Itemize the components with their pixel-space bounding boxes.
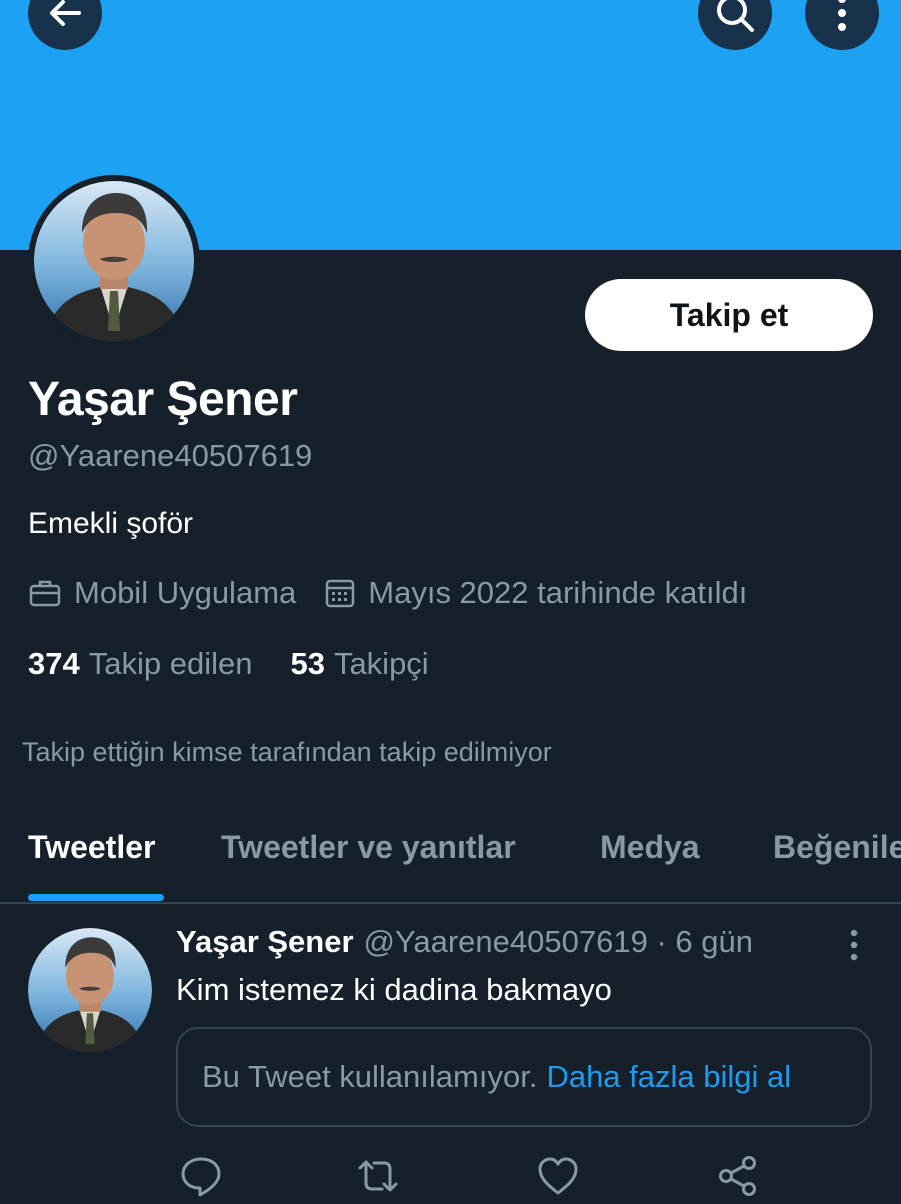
- unavailable-tweet-card: Bu Tweet kullanılamıyor. Daha fazla bilgi…: [176, 1027, 872, 1127]
- follow-button[interactable]: Takip et: [585, 279, 873, 351]
- followers-label: Takipçi: [333, 646, 429, 681]
- tab-media[interactable]: Medya: [600, 829, 700, 866]
- profile-meta: Mobil Uygulama Mayıs 2022 tarihinde katı…: [28, 575, 747, 611]
- share-icon: [719, 1156, 756, 1196]
- following-link[interactable]: 374 Takip edilen: [28, 646, 252, 682]
- tweet-avatar[interactable]: [28, 928, 152, 1052]
- profile-bio: Emekli şoför: [28, 507, 194, 540]
- following-count: 374: [28, 646, 80, 681]
- tweet-time[interactable]: 6 gün: [675, 924, 753, 959]
- meta-app-label: Mobil Uygulama: [74, 575, 297, 610]
- tweet-text: Kim istemez ki dadina bakmayo: [176, 972, 612, 1007]
- tweet-author-name[interactable]: Yaşar Şener: [176, 924, 354, 959]
- like-button[interactable]: [535, 1153, 581, 1199]
- followers-link[interactable]: 53 Takipçi: [290, 646, 428, 682]
- tweet-author-handle[interactable]: @Yaarene40507619: [364, 924, 648, 959]
- tweet-more-button[interactable]: [838, 926, 870, 966]
- profile-handle: @Yaarene40507619: [28, 438, 313, 473]
- learn-more-link[interactable]: Daha fazla bilgi al: [546, 1059, 791, 1095]
- profile-name: Yaşar Şener: [28, 373, 298, 426]
- like-icon: [538, 1157, 578, 1195]
- profile-avatar[interactable]: [28, 175, 200, 347]
- follow-counts: 374 Takip edilen 53 Takipçi: [28, 646, 429, 682]
- search-icon: [717, 0, 754, 32]
- followed-by-notice: Takip ettiğin kimse tarafından takip edi…: [22, 737, 552, 767]
- following-label: Takip edilen: [88, 646, 253, 681]
- active-tab-indicator: [28, 894, 164, 901]
- more-vertical-icon: [850, 929, 858, 961]
- calendar-icon: [324, 577, 356, 609]
- tab-tweets[interactable]: Tweetler: [28, 829, 155, 866]
- retweet-icon: [358, 1160, 398, 1192]
- avatar-photo: [34, 181, 194, 341]
- tab-tweets-and-replies[interactable]: Tweetler ve yanıtlar: [221, 829, 516, 866]
- tweet-header: Yaşar Şener @Yaarene40507619 · 6 gün: [176, 924, 753, 960]
- arrow-left-icon: [50, 0, 81, 26]
- briefcase-icon: [28, 576, 62, 610]
- tab-likes[interactable]: Beğeniler: [773, 829, 901, 866]
- avatar-photo: [28, 928, 152, 1052]
- reply-button[interactable]: [178, 1153, 224, 1199]
- profile-tabs: Tweetler Tweetler ve yanıtlar Medya Beğe…: [0, 825, 901, 901]
- tabs-divider: [0, 902, 901, 904]
- reply-icon: [181, 1157, 221, 1197]
- followers-count: 53: [290, 646, 325, 681]
- more-vertical-icon: [838, 0, 846, 31]
- meta-joined-label: Mayıs 2022 tarihinde katıldı: [368, 575, 748, 610]
- retweet-button[interactable]: [355, 1153, 401, 1199]
- share-button[interactable]: [715, 1153, 761, 1199]
- tweet-separator: ·: [656, 924, 667, 959]
- unavailable-text: Bu Tweet kullanılamıyor.: [202, 1059, 538, 1094]
